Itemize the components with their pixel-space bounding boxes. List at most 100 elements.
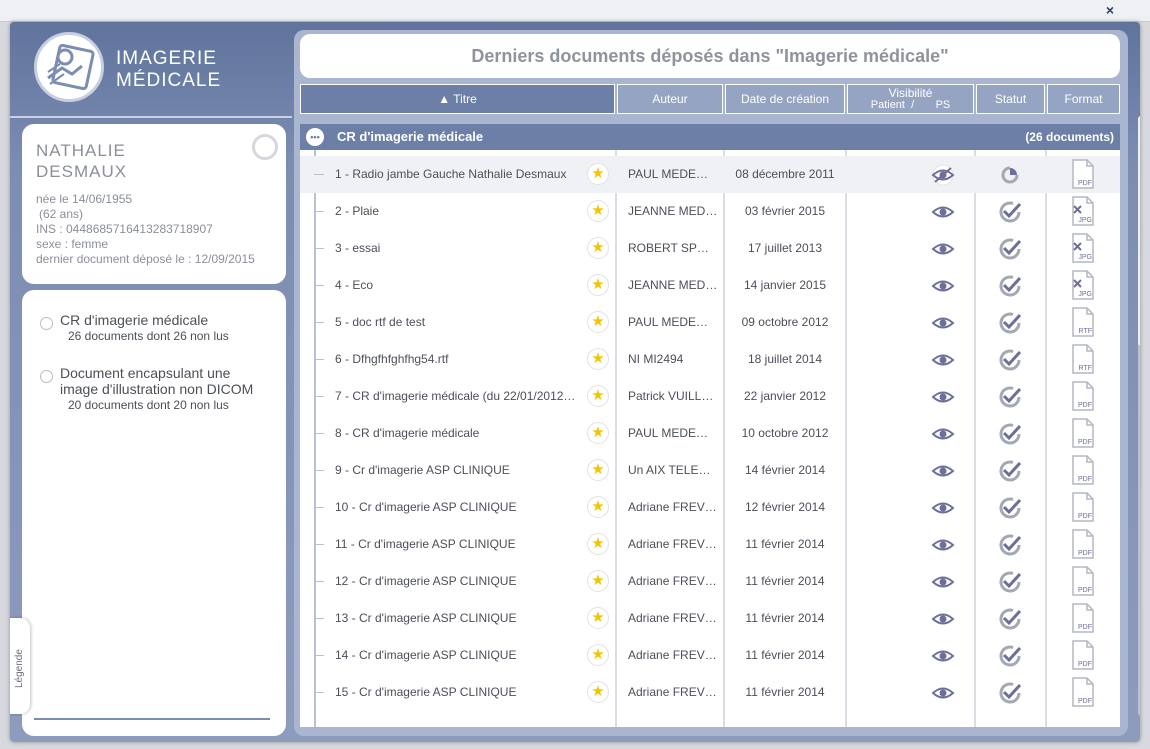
row-author: JEANNE MED… — [628, 204, 718, 218]
category-item[interactable]: Document encapsulant une image d'illustr… — [36, 365, 272, 412]
close-button[interactable]: × — [1100, 2, 1120, 18]
table-row[interactable]: 3 - essai ★ ROBERT SP… 17 juillet 2013 J… — [300, 230, 1120, 267]
eye-icon[interactable] — [930, 275, 956, 297]
table-row[interactable]: 10 - Cr d'imagerie ASP CLINIQUE ★ Adrian… — [300, 489, 1120, 526]
eye-icon[interactable] — [930, 608, 956, 630]
eye-icon[interactable] — [930, 423, 956, 445]
col-format-header[interactable]: Format — [1047, 84, 1120, 114]
eye-icon[interactable] — [930, 682, 956, 704]
col-visibility-header[interactable]: Visibilité Patient / PS — [847, 84, 974, 114]
star-icon[interactable]: ★ — [587, 496, 609, 518]
table-row[interactable]: 13 - Cr d'imagerie ASP CLINIQUE ★ Adrian… — [300, 600, 1120, 637]
pdf-file-icon[interactable]: PDF — [1071, 492, 1095, 522]
row-title[interactable]: 3 - essai — [335, 230, 583, 267]
table-row[interactable]: 14 - Cr d'imagerie ASP CLINIQUE ★ Adrian… — [300, 637, 1120, 674]
pdf-file-icon[interactable]: PDF — [1071, 603, 1095, 633]
eye-icon[interactable] — [930, 238, 956, 260]
star-icon[interactable]: ★ — [587, 385, 609, 407]
table-row[interactable]: 12 - Cr d'imagerie ASP CLINIQUE ★ Adrian… — [300, 563, 1120, 600]
jpg-file-icon[interactable]: JPG — [1071, 270, 1095, 300]
row-title[interactable]: 8 - CR d'imagerie médicale — [335, 415, 583, 452]
pdf-file-icon[interactable]: PDF — [1071, 455, 1095, 485]
group-collapse-icon[interactable]: ••• — [306, 128, 324, 146]
eye-icon[interactable] — [930, 201, 956, 223]
legend-tab[interactable]: Légende — [10, 618, 30, 714]
table-row[interactable]: 7 - CR d'imagerie médicale (du 22/01/201… — [300, 378, 1120, 415]
jpg-file-icon[interactable]: JPG — [1071, 233, 1095, 263]
table-row[interactable]: 4 - Eco ★ JEANNE MED… 14 janvier 2015 JP… — [300, 267, 1120, 304]
scrollbar[interactable] — [1138, 116, 1140, 716]
left-separator — [10, 116, 292, 118]
patient-first-name: NATHALIE — [36, 141, 126, 160]
row-title[interactable]: 11 - Cr d'imagerie ASP CLINIQUE — [335, 526, 583, 563]
row-title[interactable]: 4 - Eco — [335, 267, 583, 304]
row-title[interactable]: 12 - Cr d'imagerie ASP CLINIQUE — [335, 563, 583, 600]
table-row[interactable]: 11 - Cr d'imagerie ASP CLINIQUE ★ Adrian… — [300, 526, 1120, 563]
col-status-header[interactable]: Statut — [976, 84, 1045, 114]
table-row[interactable]: 9 - Cr d'imagerie ASP CLINIQUE ★ Un AIX … — [300, 452, 1120, 489]
row-title[interactable]: 2 - Plaie — [335, 193, 583, 230]
row-title[interactable]: 9 - Cr d'imagerie ASP CLINIQUE — [335, 452, 583, 489]
eye-icon[interactable] — [930, 534, 956, 556]
row-title[interactable]: 7 - CR d'imagerie médicale (du 22/01/201… — [335, 378, 583, 415]
row-author: PAUL MEDE… — [628, 426, 709, 440]
star-icon[interactable]: ★ — [587, 200, 609, 222]
category-radio[interactable] — [40, 370, 53, 383]
eye-icon[interactable] — [930, 460, 956, 482]
pdf-file-icon[interactable]: PDF — [1071, 640, 1095, 670]
jpg-file-icon[interactable]: JPG — [1071, 196, 1095, 226]
star-icon[interactable]: ★ — [587, 348, 609, 370]
row-author: Adriane FREV… — [628, 500, 717, 514]
category-radio[interactable] — [40, 317, 53, 330]
eye-icon[interactable] — [930, 571, 956, 593]
pdf-file-icon[interactable]: PDF — [1071, 529, 1095, 559]
row-date: 11 février 2014 — [745, 537, 825, 551]
eye-icon[interactable] — [930, 312, 956, 334]
eye-icon[interactable] — [930, 497, 956, 519]
pdf-file-icon[interactable]: PDF — [1071, 418, 1095, 448]
table-row[interactable]: 8 - CR d'imagerie médicale ★ PAUL MEDE… … — [300, 415, 1120, 452]
row-title[interactable]: 6 - Dfhgfhfghfhg54.rtf — [335, 341, 583, 378]
rtf-file-icon[interactable]: RTF — [1071, 307, 1095, 337]
scrollbar-thumb[interactable] — [1138, 116, 1140, 346]
pdf-file-icon[interactable]: PDF — [1071, 381, 1095, 411]
star-icon[interactable]: ★ — [587, 163, 609, 185]
star-icon[interactable]: ★ — [587, 237, 609, 259]
row-title[interactable]: 13 - Cr d'imagerie ASP CLINIQUE — [335, 600, 583, 637]
row-title[interactable]: 1 - Radio jambe Gauche Nathalie Desmaux — [335, 156, 583, 193]
group-header[interactable]: ••• CR d'imagerie médicale (26 documents… — [300, 124, 1120, 150]
row-title[interactable]: 10 - Cr d'imagerie ASP CLINIQUE — [335, 489, 583, 526]
row-title[interactable]: 5 - doc rtf de test — [335, 304, 583, 341]
tree-branch — [314, 322, 324, 323]
col-title-header[interactable]: ▲ Titre — [300, 84, 615, 114]
pdf-file-icon[interactable]: PDF — [1071, 159, 1095, 189]
category-item[interactable]: CR d'imagerie médicale 26 documents dont… — [36, 312, 272, 343]
eye-icon[interactable] — [930, 386, 956, 408]
table-row[interactable]: 2 - Plaie ★ JEANNE MED… 03 février 2015 … — [300, 193, 1120, 230]
table-row[interactable]: 5 - doc rtf de test ★ PAUL MEDE… 09 octo… — [300, 304, 1120, 341]
eye-icon[interactable] — [930, 645, 956, 667]
star-icon[interactable]: ★ — [587, 274, 609, 296]
group-count: (26 documents) — [1025, 130, 1114, 144]
star-icon[interactable]: ★ — [587, 644, 609, 666]
col-author-header[interactable]: Auteur — [617, 84, 723, 114]
table-row[interactable]: 15 - Cr d'imagerie ASP CLINIQUE ★ Adrian… — [300, 674, 1120, 711]
pdf-file-icon[interactable]: PDF — [1071, 566, 1095, 596]
col-date-header[interactable]: Date de création — [725, 84, 845, 114]
row-title[interactable]: 14 - Cr d'imagerie ASP CLINIQUE — [335, 637, 583, 674]
eye-icon[interactable] — [930, 349, 956, 371]
table-row[interactable]: 1 - Radio jambe Gauche Nathalie Desmaux … — [300, 156, 1120, 193]
vis-ps-label: PS — [935, 99, 951, 111]
pdf-file-icon[interactable]: PDF — [1071, 677, 1095, 707]
star-icon[interactable]: ★ — [587, 422, 609, 444]
star-icon[interactable]: ★ — [587, 533, 609, 555]
table-row[interactable]: 6 - Dfhgfhfghfhg54.rtf ★ NI MI2494 18 ju… — [300, 341, 1120, 378]
star-icon[interactable]: ★ — [587, 570, 609, 592]
star-icon[interactable]: ★ — [587, 311, 609, 333]
star-icon[interactable]: ★ — [587, 607, 609, 629]
star-icon[interactable]: ★ — [587, 459, 609, 481]
eye-hidden-icon[interactable] — [930, 164, 956, 186]
row-title[interactable]: 15 - Cr d'imagerie ASP CLINIQUE — [335, 674, 583, 711]
star-icon[interactable]: ★ — [587, 681, 609, 703]
rtf-file-icon[interactable]: RTF — [1071, 344, 1095, 374]
